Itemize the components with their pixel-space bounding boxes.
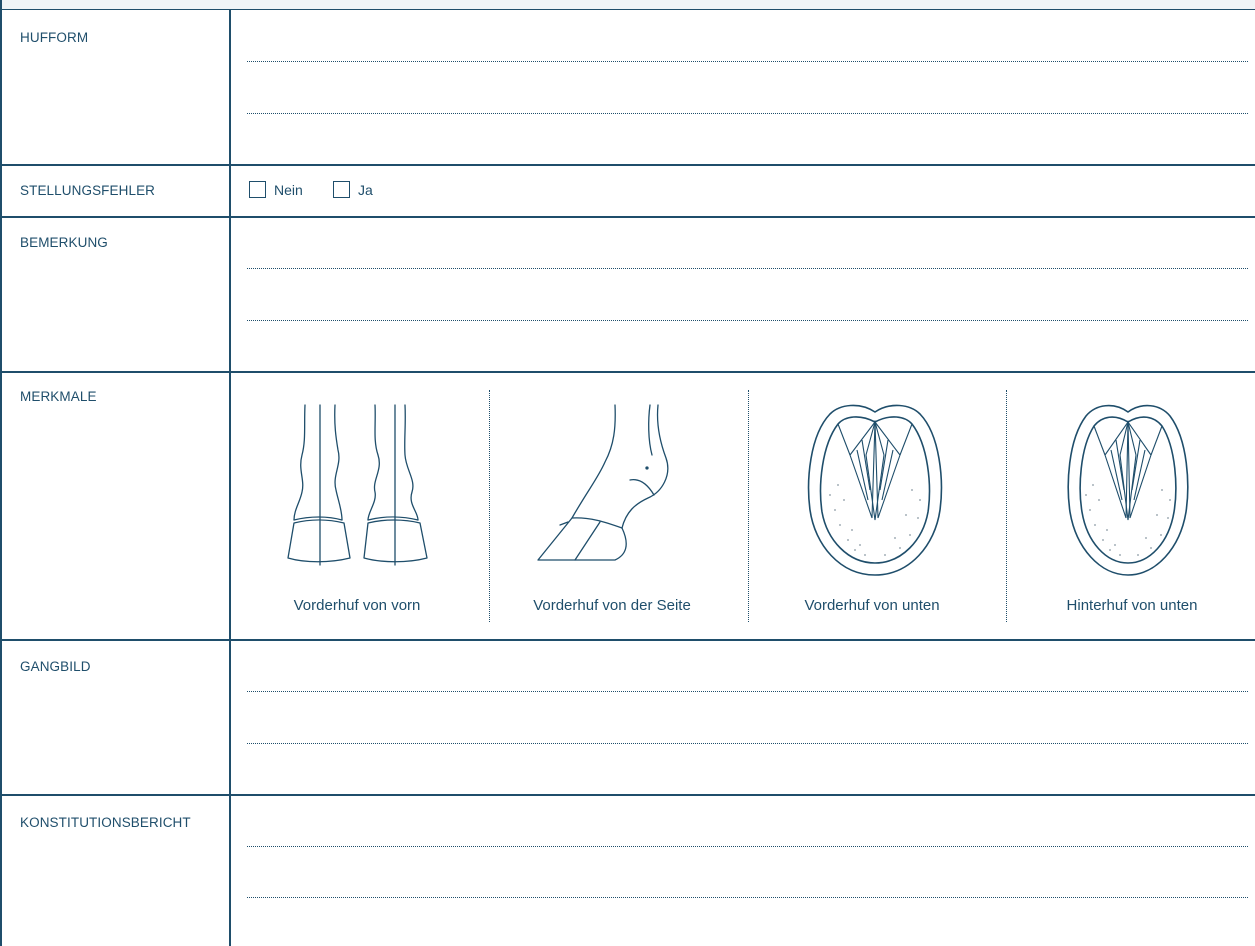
konstitutionsbericht-writing-line[interactable] <box>247 846 1248 847</box>
front-hoof-sole-icon <box>807 404 943 576</box>
column-divider <box>229 10 231 946</box>
checkbox-ja-label: Ja <box>358 181 373 198</box>
left-border <box>0 0 2 946</box>
row-label-bemerkung: BEMERKUNG <box>20 235 108 250</box>
image-divider <box>489 390 490 622</box>
row-separator <box>0 794 1255 796</box>
row-separator <box>0 639 1255 641</box>
image-divider <box>748 390 749 622</box>
gangbild-writing-line[interactable] <box>247 743 1248 744</box>
checkbox-nein-label: Nein <box>274 181 303 198</box>
hind-hoof-sole-icon <box>1067 404 1189 576</box>
caption-vorderhuf-von-unten: Vorderhuf von unten <box>804 597 940 614</box>
row-separator <box>0 216 1255 218</box>
hoof-front-view-icon <box>287 404 428 566</box>
row-label-stellungsfehler: STELLUNGSFEHLER <box>20 183 156 198</box>
checkbox-ja[interactable] <box>333 181 350 198</box>
bemerkung-writing-line[interactable] <box>247 268 1248 269</box>
caption-vorderhuf-von-vorn: Vorderhuf von vorn <box>293 597 421 614</box>
hoof-assessment-form-page: HUFFORM STELLUNGSFEHLER Nein Ja BEMERKUN… <box>0 0 1255 946</box>
hufform-writing-line[interactable] <box>247 113 1248 114</box>
caption-hinterhuf-von-unten: Hinterhuf von unten <box>1066 597 1198 614</box>
caption-vorderhuf-von-der-seite: Vorderhuf von der Seite <box>533 597 691 614</box>
row-separator <box>0 371 1255 373</box>
header-strip <box>0 0 1255 10</box>
option-ja[interactable]: Ja <box>333 181 373 198</box>
row-label-konstitutionsbericht: KONSTITUTIONSBERICHT <box>20 815 191 830</box>
row-label-gangbild: GANGBILD <box>20 659 91 674</box>
row-label-merkmale: MERKMALE <box>20 389 97 404</box>
gangbild-writing-line[interactable] <box>247 691 1248 692</box>
bemerkung-writing-line[interactable] <box>247 320 1248 321</box>
row-separator <box>0 164 1255 166</box>
checkbox-nein[interactable] <box>249 181 266 198</box>
option-nein[interactable]: Nein <box>249 181 303 198</box>
konstitutionsbericht-writing-line[interactable] <box>247 897 1248 898</box>
hufform-writing-line[interactable] <box>247 61 1248 62</box>
row-label-hufform: HUFFORM <box>20 30 89 45</box>
assessment-form: HUFFORM STELLUNGSFEHLER Nein Ja BEMERKUN… <box>0 0 1255 946</box>
hoof-side-view-icon <box>537 404 669 561</box>
image-divider <box>1006 390 1007 622</box>
